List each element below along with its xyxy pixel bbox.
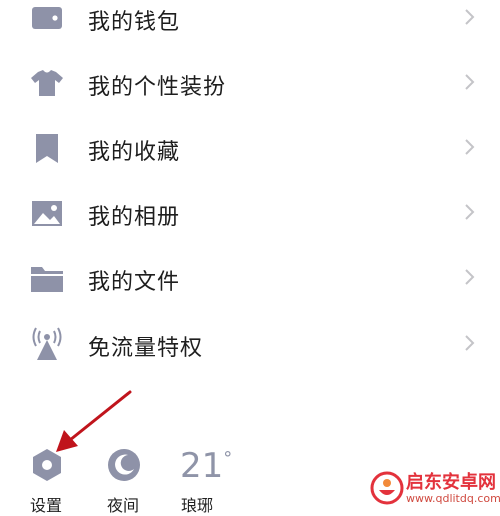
settings-button[interactable]: 设置 <box>27 445 67 515</box>
settings-icon <box>33 449 61 481</box>
settings-label: 设置 <box>30 496 63 515</box>
watermark: 启东安卓网 www.qdlitdq.com <box>370 468 500 510</box>
annotation-arrow <box>56 390 132 452</box>
moon-icon <box>108 449 140 481</box>
weather-degree: ° <box>223 448 233 469</box>
night-mode-button[interactable]: 夜间 <box>104 445 144 515</box>
night-mode-label: 夜间 <box>107 496 140 515</box>
watermark-logo-icon <box>370 471 404 505</box>
weather-temperature[interactable]: 21° <box>180 446 232 486</box>
weather-temp-value: 21 <box>180 446 224 486</box>
watermark-title: 启东安卓网 <box>406 472 496 493</box>
weather-city: 琅琊 <box>181 496 214 515</box>
watermark-url: www.qdlitdq.com <box>406 492 500 505</box>
